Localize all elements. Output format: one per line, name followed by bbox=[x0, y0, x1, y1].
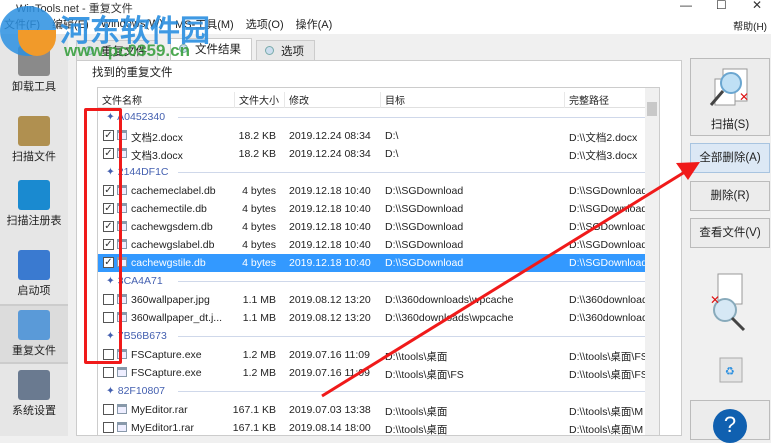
annotation-arrow bbox=[321, 162, 700, 398]
